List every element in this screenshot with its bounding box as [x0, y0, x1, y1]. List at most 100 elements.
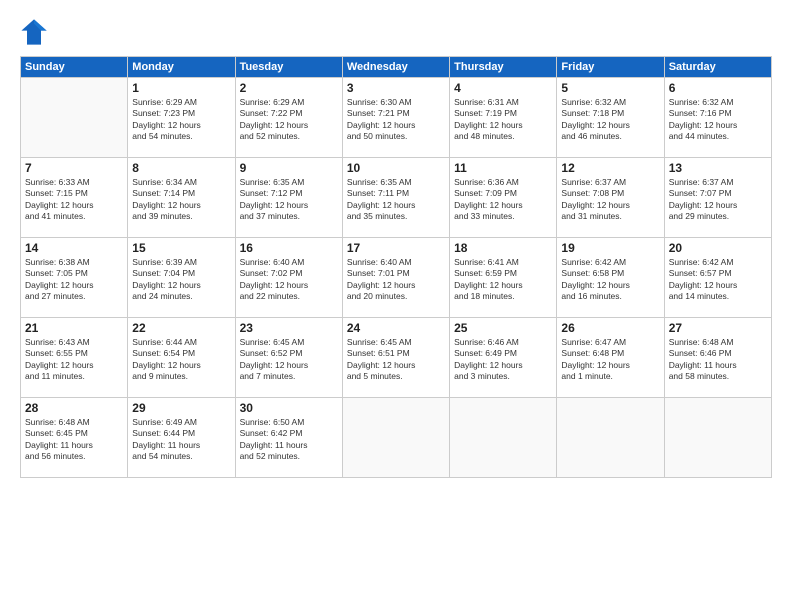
- day-number: 10: [347, 161, 445, 175]
- day-info: Sunrise: 6:34 AM Sunset: 7:14 PM Dayligh…: [132, 177, 230, 223]
- calendar-cell: 28 Sunrise: 6:48 AM Sunset: 6:45 PM Dayli…: [21, 398, 128, 478]
- day-info: Sunrise: 6:40 AM Sunset: 7:02 PM Dayligh…: [240, 257, 338, 303]
- day-number: 27: [669, 321, 767, 335]
- day-number: 15: [132, 241, 230, 255]
- logo-icon: [20, 18, 48, 46]
- day-info: Sunrise: 6:42 AM Sunset: 6:57 PM Dayligh…: [669, 257, 767, 303]
- calendar-cell: [557, 398, 664, 478]
- calendar-cell: 30 Sunrise: 6:50 AM Sunset: 6:42 PM Dayli…: [235, 398, 342, 478]
- day-info: Sunrise: 6:39 AM Sunset: 7:04 PM Dayligh…: [132, 257, 230, 303]
- day-number: 7: [25, 161, 123, 175]
- day-info: Sunrise: 6:45 AM Sunset: 6:52 PM Dayligh…: [240, 337, 338, 383]
- day-number: 25: [454, 321, 552, 335]
- day-number: 8: [132, 161, 230, 175]
- calendar-cell: 3 Sunrise: 6:30 AM Sunset: 7:21 PM Daylig…: [342, 78, 449, 158]
- calendar-cell: 21 Sunrise: 6:43 AM Sunset: 6:55 PM Dayli…: [21, 318, 128, 398]
- calendar-cell: [342, 398, 449, 478]
- calendar-header-row: SundayMondayTuesdayWednesdayThursdayFrid…: [21, 57, 772, 78]
- main-container: SundayMondayTuesdayWednesdayThursdayFrid…: [0, 0, 792, 612]
- day-number: 19: [561, 241, 659, 255]
- calendar-cell: 14 Sunrise: 6:38 AM Sunset: 7:05 PM Dayli…: [21, 238, 128, 318]
- day-info: Sunrise: 6:29 AM Sunset: 7:23 PM Dayligh…: [132, 97, 230, 143]
- calendar-week-row: 14 Sunrise: 6:38 AM Sunset: 7:05 PM Dayli…: [21, 238, 772, 318]
- logo: [20, 18, 52, 46]
- day-info: Sunrise: 6:42 AM Sunset: 6:58 PM Dayligh…: [561, 257, 659, 303]
- calendar-table: SundayMondayTuesdayWednesdayThursdayFrid…: [20, 56, 772, 478]
- calendar-cell: 27 Sunrise: 6:48 AM Sunset: 6:46 PM Dayli…: [664, 318, 771, 398]
- calendar-cell: 7Sunrise: 6:33 AM Sunset: 7:15 PM Daylig…: [21, 158, 128, 238]
- day-number: 17: [347, 241, 445, 255]
- calendar-weekday-header: Wednesday: [342, 57, 449, 78]
- day-number: 26: [561, 321, 659, 335]
- day-number: 16: [240, 241, 338, 255]
- day-number: 5: [561, 81, 659, 95]
- day-number: 24: [347, 321, 445, 335]
- calendar-weekday-header: Monday: [128, 57, 235, 78]
- day-info: Sunrise: 6:49 AM Sunset: 6:44 PM Dayligh…: [132, 417, 230, 463]
- calendar-cell: 6 Sunrise: 6:32 AM Sunset: 7:16 PM Daylig…: [664, 78, 771, 158]
- calendar-cell: 19 Sunrise: 6:42 AM Sunset: 6:58 PM Dayli…: [557, 238, 664, 318]
- day-number: 18: [454, 241, 552, 255]
- day-info: Sunrise: 6:48 AM Sunset: 6:45 PM Dayligh…: [25, 417, 123, 463]
- calendar-week-row: 1 Sunrise: 6:29 AM Sunset: 7:23 PM Daylig…: [21, 78, 772, 158]
- day-number: 3: [347, 81, 445, 95]
- calendar-weekday-header: Saturday: [664, 57, 771, 78]
- calendar-cell: 1 Sunrise: 6:29 AM Sunset: 7:23 PM Daylig…: [128, 78, 235, 158]
- day-number: 4: [454, 81, 552, 95]
- calendar-cell: 24 Sunrise: 6:45 AM Sunset: 6:51 PM Dayli…: [342, 318, 449, 398]
- calendar-week-row: 7Sunrise: 6:33 AM Sunset: 7:15 PM Daylig…: [21, 158, 772, 238]
- day-info: Sunrise: 6:32 AM Sunset: 7:18 PM Dayligh…: [561, 97, 659, 143]
- day-number: 2: [240, 81, 338, 95]
- day-info: Sunrise: 6:50 AM Sunset: 6:42 PM Dayligh…: [240, 417, 338, 463]
- day-number: 12: [561, 161, 659, 175]
- day-number: 1: [132, 81, 230, 95]
- calendar-weekday-header: Friday: [557, 57, 664, 78]
- day-info: Sunrise: 6:30 AM Sunset: 7:21 PM Dayligh…: [347, 97, 445, 143]
- day-info: Sunrise: 6:48 AM Sunset: 6:46 PM Dayligh…: [669, 337, 767, 383]
- calendar-cell: 23Sunrise: 6:45 AM Sunset: 6:52 PM Dayli…: [235, 318, 342, 398]
- day-number: 11: [454, 161, 552, 175]
- day-info: Sunrise: 6:31 AM Sunset: 7:19 PM Dayligh…: [454, 97, 552, 143]
- calendar-cell: [664, 398, 771, 478]
- calendar-cell: 25 Sunrise: 6:46 AM Sunset: 6:49 PM Dayli…: [450, 318, 557, 398]
- day-info: Sunrise: 6:45 AM Sunset: 6:51 PM Dayligh…: [347, 337, 445, 383]
- day-number: 20: [669, 241, 767, 255]
- calendar-cell: 18 Sunrise: 6:41 AM Sunset: 6:59 PM Dayli…: [450, 238, 557, 318]
- day-number: 30: [240, 401, 338, 415]
- day-info: Sunrise: 6:38 AM Sunset: 7:05 PM Dayligh…: [25, 257, 123, 303]
- calendar-cell: 16 Sunrise: 6:40 AM Sunset: 7:02 PM Dayli…: [235, 238, 342, 318]
- day-number: 6: [669, 81, 767, 95]
- day-number: 21: [25, 321, 123, 335]
- day-info: Sunrise: 6:43 AM Sunset: 6:55 PM Dayligh…: [25, 337, 123, 383]
- day-info: Sunrise: 6:41 AM Sunset: 6:59 PM Dayligh…: [454, 257, 552, 303]
- calendar-cell: 29Sunrise: 6:49 AM Sunset: 6:44 PM Dayli…: [128, 398, 235, 478]
- calendar-week-row: 28 Sunrise: 6:48 AM Sunset: 6:45 PM Dayli…: [21, 398, 772, 478]
- calendar-cell: [21, 78, 128, 158]
- day-info: Sunrise: 6:35 AM Sunset: 7:12 PM Dayligh…: [240, 177, 338, 223]
- day-info: Sunrise: 6:37 AM Sunset: 7:08 PM Dayligh…: [561, 177, 659, 223]
- calendar-cell: 15 Sunrise: 6:39 AM Sunset: 7:04 PM Dayli…: [128, 238, 235, 318]
- calendar-cell: 8 Sunrise: 6:34 AM Sunset: 7:14 PM Daylig…: [128, 158, 235, 238]
- calendar-cell: 2 Sunrise: 6:29 AM Sunset: 7:22 PM Daylig…: [235, 78, 342, 158]
- calendar-cell: 4 Sunrise: 6:31 AM Sunset: 7:19 PM Daylig…: [450, 78, 557, 158]
- day-number: 28: [25, 401, 123, 415]
- calendar-cell: 17 Sunrise: 6:40 AM Sunset: 7:01 PM Dayli…: [342, 238, 449, 318]
- calendar-weekday-header: Sunday: [21, 57, 128, 78]
- calendar-cell: 26 Sunrise: 6:47 AM Sunset: 6:48 PM Dayli…: [557, 318, 664, 398]
- day-info: Sunrise: 6:46 AM Sunset: 6:49 PM Dayligh…: [454, 337, 552, 383]
- day-info: Sunrise: 6:32 AM Sunset: 7:16 PM Dayligh…: [669, 97, 767, 143]
- header: [20, 18, 772, 46]
- calendar-cell: 20 Sunrise: 6:42 AM Sunset: 6:57 PM Dayli…: [664, 238, 771, 318]
- day-info: Sunrise: 6:44 AM Sunset: 6:54 PM Dayligh…: [132, 337, 230, 383]
- calendar-weekday-header: Thursday: [450, 57, 557, 78]
- day-info: Sunrise: 6:36 AM Sunset: 7:09 PM Dayligh…: [454, 177, 552, 223]
- day-info: Sunrise: 6:29 AM Sunset: 7:22 PM Dayligh…: [240, 97, 338, 143]
- day-info: Sunrise: 6:47 AM Sunset: 6:48 PM Dayligh…: [561, 337, 659, 383]
- day-info: Sunrise: 6:37 AM Sunset: 7:07 PM Dayligh…: [669, 177, 767, 223]
- calendar-cell: 9Sunrise: 6:35 AM Sunset: 7:12 PM Daylig…: [235, 158, 342, 238]
- day-number: 14: [25, 241, 123, 255]
- day-info: Sunrise: 6:40 AM Sunset: 7:01 PM Dayligh…: [347, 257, 445, 303]
- calendar-cell: 12 Sunrise: 6:37 AM Sunset: 7:08 PM Dayli…: [557, 158, 664, 238]
- calendar-cell: [450, 398, 557, 478]
- calendar-weekday-header: Tuesday: [235, 57, 342, 78]
